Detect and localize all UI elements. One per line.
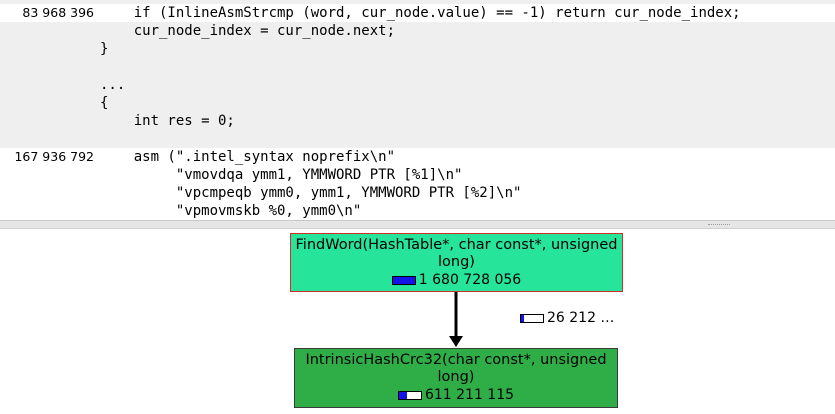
line-cost: 167 936 792 [14,149,94,164]
callee-cost-bar-fill [398,392,407,399]
callee-cost-bar [397,391,422,400]
splitter-grip[interactable] [708,224,730,227]
line-source: "vmovdqa ymm1, YMMWORD PTR [%1]\n" [100,167,463,183]
code-line[interactable]: cur_node_index = cur_node.next; [0,22,835,40]
code-line[interactable]: int res = 0; [0,112,835,130]
line-source: "vpcmpeqb ymm0, ymm1, YMMWORD PTR [%2]\n… [100,185,522,201]
code-line[interactable]: "vmovdqa ymm1, YMMWORD PTR [%1]\n" [0,166,835,184]
line-source: if (InlineAsmStrcmp (word, cur_node.valu… [100,5,741,21]
call-edge-label[interactable]: 26 212 … [520,310,614,326]
code-line[interactable]: ... [0,76,835,94]
caller-cost-bar-fill [392,277,415,284]
call-graph-pane[interactable]: FindWord(HashTable*, char const*, unsign… [0,229,835,414]
line-source: } [100,41,109,57]
code-line[interactable]: "vpmovmskb %0, ymm0\n" [0,202,835,220]
caller-node-findword[interactable]: FindWord(HashTable*, char const*, unsign… [290,233,623,292]
caller-cost-row: 1 680 728 056 [391,272,522,289]
caller-node-title: FindWord(HashTable*, char const*, unsign… [295,237,618,270]
pane-splitter[interactable] [0,220,835,229]
callee-node-title: IntrinsicHashCrc32(char const*, unsigned… [305,352,607,385]
line-cost: 83 968 396 [22,5,94,20]
code-line[interactable] [0,58,835,76]
code-line[interactable]: 167 936 792 asm (".intel_syntax noprefix… [0,148,835,166]
code-line[interactable]: 83 968 396 if (InlineAsmStrcmp (word, cu… [0,4,835,22]
edge-calls-value: 26 212 … [547,310,615,326]
callee-cost-row: 611 211 115 [397,387,515,404]
code-line[interactable]: { [0,94,835,112]
line-source: asm (".intel_syntax noprefix\n" [100,149,396,165]
caller-cost-bar [391,276,416,285]
caller-cost-value: 1 680 728 056 [418,272,522,288]
line-source: int res = 0; [100,113,235,129]
edge-calls-bar [520,313,544,323]
code-line[interactable]: "vpcmpeqb ymm0, ymm1, YMMWORD PTR [%2]\n… [0,184,835,202]
callee-node-crc32[interactable]: IntrinsicHashCrc32(char const*, unsigned… [294,348,618,408]
line-source: cur_node_index = cur_node.next; [100,23,396,39]
line-source: { [100,95,109,111]
code-line[interactable]: } [0,40,835,58]
source-annotation-pane[interactable]: 83 968 396 if (InlineAsmStrcmp (word, cu… [0,0,835,220]
code-line[interactable] [0,130,835,148]
callee-cost-value: 611 211 115 [424,387,515,403]
line-source: ... [100,77,126,93]
line-source: "vpmovmskb %0, ymm0\n" [100,203,362,219]
edge-calls-bar-fill [521,314,525,322]
